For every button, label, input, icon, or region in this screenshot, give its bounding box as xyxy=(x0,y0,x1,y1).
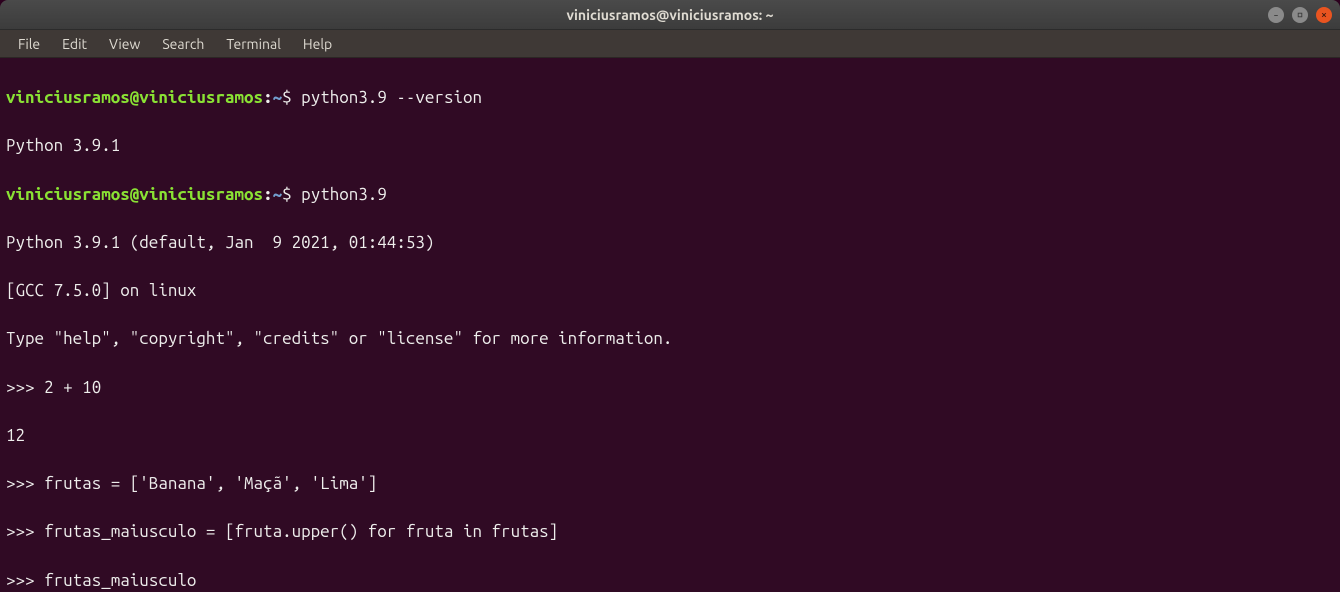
menu-view[interactable]: View xyxy=(99,32,150,56)
menu-help[interactable]: Help xyxy=(293,32,342,56)
maximize-button[interactable] xyxy=(1292,7,1308,23)
prompt-path: ~ xyxy=(273,185,283,204)
repl-input: frutas_maiusculo = [fruta.upper() for fr… xyxy=(44,522,558,541)
output-line: [GCC 7.5.0] on linux xyxy=(6,279,1334,303)
prompt-at: @ xyxy=(130,185,140,204)
output-line: Python 3.9.1 xyxy=(6,134,1334,158)
prompt-user: viniciusramos xyxy=(6,185,130,204)
repl-line: >>> frutas_maiusculo xyxy=(6,569,1334,592)
repl-prompt: >>> xyxy=(6,378,44,397)
repl-line: >>> 2 + 10 xyxy=(6,376,1334,400)
menu-search[interactable]: Search xyxy=(152,32,214,56)
prompt-host: viniciusramos xyxy=(139,88,263,107)
output-line: 12 xyxy=(6,424,1334,448)
titlebar[interactable]: viniciusramos@viniciusramos: ~ xyxy=(0,0,1340,30)
prompt-line: viniciusramos@viniciusramos:~$ python3.9 xyxy=(6,183,1334,207)
repl-input: frutas = ['Banana', 'Maçã', 'Lima'] xyxy=(44,474,377,493)
repl-input: frutas_maiusculo xyxy=(44,571,196,590)
terminal-window: viniciusramos@viniciusramos: ~ File Edit… xyxy=(0,0,1340,592)
prompt-at: @ xyxy=(130,88,140,107)
minimize-button[interactable] xyxy=(1268,7,1284,23)
repl-prompt: >>> xyxy=(6,571,44,590)
prompt-user: viniciusramos xyxy=(6,88,130,107)
prompt-path: ~ xyxy=(273,88,283,107)
command-text: python3.9 xyxy=(301,185,387,204)
repl-line: >>> frutas_maiusculo = [fruta.upper() fo… xyxy=(6,520,1334,544)
prompt-line: viniciusramos@viniciusramos:~$ python3.9… xyxy=(6,86,1334,110)
menubar: File Edit View Search Terminal Help xyxy=(0,30,1340,58)
command-text: python3.9 --version xyxy=(301,88,482,107)
repl-line: >>> frutas = ['Banana', 'Maçã', 'Lima'] xyxy=(6,472,1334,496)
repl-prompt: >>> xyxy=(6,522,44,541)
prompt-host: viniciusramos xyxy=(139,185,263,204)
terminal-viewport[interactable]: viniciusramos@viniciusramos:~$ python3.9… xyxy=(0,58,1340,592)
prompt-dollar: $ xyxy=(282,185,301,204)
prompt-colon: : xyxy=(263,88,273,107)
prompt-colon: : xyxy=(263,185,273,204)
window-title: viniciusramos@viniciusramos: ~ xyxy=(567,7,774,23)
menu-terminal[interactable]: Terminal xyxy=(216,32,291,56)
close-button[interactable] xyxy=(1316,7,1332,23)
menu-file[interactable]: File xyxy=(8,32,50,56)
menu-edit[interactable]: Edit xyxy=(52,32,97,56)
output-line: Python 3.9.1 (default, Jan 9 2021, 01:44… xyxy=(6,231,1334,255)
output-line: Type "help", "copyright", "credits" or "… xyxy=(6,327,1334,351)
prompt-dollar: $ xyxy=(282,88,301,107)
repl-input: 2 + 10 xyxy=(44,378,101,397)
window-controls xyxy=(1268,7,1332,23)
repl-prompt: >>> xyxy=(6,474,44,493)
